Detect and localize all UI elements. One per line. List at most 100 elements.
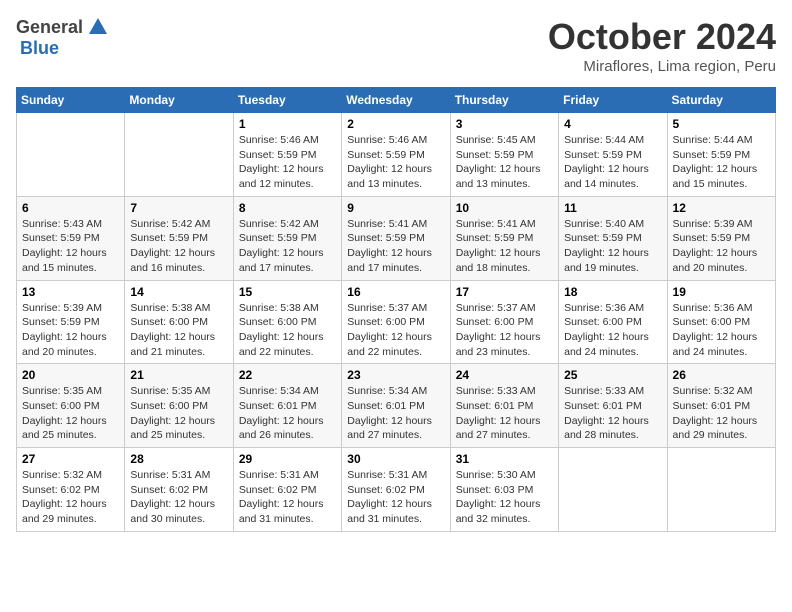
calendar-cell: 26 Sunrise: 5:32 AM Sunset: 6:01 PM Dayli… (667, 364, 775, 448)
calendar-cell: 21 Sunrise: 5:35 AM Sunset: 6:00 PM Dayli… (125, 364, 233, 448)
calendar-day-header: Thursday (450, 88, 558, 113)
day-number: 26 (673, 368, 770, 382)
calendar-table: SundayMondayTuesdayWednesdayThursdayFrid… (16, 87, 776, 532)
day-number: 30 (347, 452, 444, 466)
day-number: 8 (239, 201, 336, 215)
calendar-cell (125, 113, 233, 197)
calendar-cell: 29 Sunrise: 5:31 AM Sunset: 6:02 PM Dayli… (233, 448, 341, 532)
day-info: Sunrise: 5:35 AM Sunset: 6:00 PM Dayligh… (22, 384, 119, 443)
day-number: 4 (564, 117, 661, 131)
day-info: Sunrise: 5:36 AM Sunset: 6:00 PM Dayligh… (564, 301, 661, 360)
calendar-day-header: Wednesday (342, 88, 450, 113)
calendar-cell: 22Sunrise: 5:34 AM Sunset: 6:01 PM Dayli… (233, 364, 341, 448)
day-number: 12 (673, 201, 770, 215)
calendar-cell: 20Sunrise: 5:35 AM Sunset: 6:00 PM Dayli… (17, 364, 125, 448)
day-info: Sunrise: 5:33 AM Sunset: 6:01 PM Dayligh… (564, 384, 661, 443)
day-info: Sunrise: 5:37 AM Sunset: 6:00 PM Dayligh… (347, 301, 444, 360)
day-info: Sunrise: 5:33 AM Sunset: 6:01 PM Dayligh… (456, 384, 553, 443)
day-info: Sunrise: 5:43 AM Sunset: 5:59 PM Dayligh… (22, 217, 119, 276)
calendar-cell: 25 Sunrise: 5:33 AM Sunset: 6:01 PM Dayli… (559, 364, 667, 448)
day-info: Sunrise: 5:39 AM Sunset: 5:59 PM Dayligh… (22, 301, 119, 360)
calendar-cell: 15 Sunrise: 5:38 AM Sunset: 6:00 PM Dayli… (233, 280, 341, 364)
calendar-cell: 28 Sunrise: 5:31 AM Sunset: 6:02 PM Dayli… (125, 448, 233, 532)
day-info: Sunrise: 5:41 AM Sunset: 5:59 PM Dayligh… (456, 217, 553, 276)
header: General Blue October 2024 Miraflores, Li… (16, 16, 776, 75)
calendar-cell: 24Sunrise: 5:33 AM Sunset: 6:01 PM Dayli… (450, 364, 558, 448)
calendar-week-row: 6 Sunrise: 5:43 AM Sunset: 5:59 PM Daylig… (17, 196, 776, 280)
day-number: 28 (130, 452, 227, 466)
calendar-cell: 12 Sunrise: 5:39 AM Sunset: 5:59 PM Dayli… (667, 196, 775, 280)
calendar-cell: 30 Sunrise: 5:31 AM Sunset: 6:02 PM Dayli… (342, 448, 450, 532)
calendar-cell: 5Sunrise: 5:44 AM Sunset: 5:59 PM Daylig… (667, 113, 775, 197)
day-info: Sunrise: 5:30 AM Sunset: 6:03 PM Dayligh… (456, 468, 553, 527)
day-info: Sunrise: 5:46 AM Sunset: 5:59 PM Dayligh… (347, 133, 444, 192)
day-info: Sunrise: 5:37 AM Sunset: 6:00 PM Dayligh… (456, 301, 553, 360)
day-info: Sunrise: 5:36 AM Sunset: 6:00 PM Dayligh… (673, 301, 770, 360)
day-number: 27 (22, 452, 119, 466)
calendar-body: 1 Sunrise: 5:46 AM Sunset: 5:59 PM Daylig… (17, 113, 776, 532)
calendar-cell: 13 Sunrise: 5:39 AM Sunset: 5:59 PM Dayli… (17, 280, 125, 364)
day-info: Sunrise: 5:32 AM Sunset: 6:02 PM Dayligh… (22, 468, 119, 527)
day-number: 29 (239, 452, 336, 466)
calendar-week-row: 20Sunrise: 5:35 AM Sunset: 6:00 PM Dayli… (17, 364, 776, 448)
day-info: Sunrise: 5:44 AM Sunset: 5:59 PM Dayligh… (564, 133, 661, 192)
day-info: Sunrise: 5:44 AM Sunset: 5:59 PM Dayligh… (673, 133, 770, 192)
day-number: 21 (130, 368, 227, 382)
calendar-cell: 1 Sunrise: 5:46 AM Sunset: 5:59 PM Daylig… (233, 113, 341, 197)
calendar-day-header: Sunday (17, 88, 125, 113)
day-number: 17 (456, 285, 553, 299)
calendar-week-row: 27 Sunrise: 5:32 AM Sunset: 6:02 PM Dayli… (17, 448, 776, 532)
day-number: 14 (130, 285, 227, 299)
calendar-cell: 16Sunrise: 5:37 AM Sunset: 6:00 PM Dayli… (342, 280, 450, 364)
calendar-day-header: Tuesday (233, 88, 341, 113)
calendar-cell: 8Sunrise: 5:42 AM Sunset: 5:59 PM Daylig… (233, 196, 341, 280)
day-info: Sunrise: 5:34 AM Sunset: 6:01 PM Dayligh… (347, 384, 444, 443)
day-info: Sunrise: 5:38 AM Sunset: 6:00 PM Dayligh… (130, 301, 227, 360)
calendar-day-header: Friday (559, 88, 667, 113)
day-info: Sunrise: 5:38 AM Sunset: 6:00 PM Dayligh… (239, 301, 336, 360)
day-number: 6 (22, 201, 119, 215)
day-info: Sunrise: 5:46 AM Sunset: 5:59 PM Dayligh… (239, 133, 336, 192)
day-number: 19 (673, 285, 770, 299)
calendar-cell: 23 Sunrise: 5:34 AM Sunset: 6:01 PM Dayli… (342, 364, 450, 448)
logo-icon (87, 16, 109, 38)
day-number: 31 (456, 452, 553, 466)
day-info: Sunrise: 5:45 AM Sunset: 5:59 PM Dayligh… (456, 133, 553, 192)
title-area: October 2024 Miraflores, Lima region, Pe… (548, 16, 776, 75)
day-info: Sunrise: 5:40 AM Sunset: 5:59 PM Dayligh… (564, 217, 661, 276)
day-info: Sunrise: 5:32 AM Sunset: 6:01 PM Dayligh… (673, 384, 770, 443)
calendar-cell: 27 Sunrise: 5:32 AM Sunset: 6:02 PM Dayli… (17, 448, 125, 532)
calendar-cell: 4 Sunrise: 5:44 AM Sunset: 5:59 PM Daylig… (559, 113, 667, 197)
day-number: 2 (347, 117, 444, 131)
calendar-cell: 19 Sunrise: 5:36 AM Sunset: 6:00 PM Dayli… (667, 280, 775, 364)
calendar-cell: 31 Sunrise: 5:30 AM Sunset: 6:03 PM Dayli… (450, 448, 558, 532)
calendar-subtitle: Miraflores, Lima region, Peru (548, 58, 776, 75)
day-number: 7 (130, 201, 227, 215)
day-number: 11 (564, 201, 661, 215)
calendar-cell: 9Sunrise: 5:41 AM Sunset: 5:59 PM Daylig… (342, 196, 450, 280)
day-info: Sunrise: 5:31 AM Sunset: 6:02 PM Dayligh… (347, 468, 444, 527)
day-number: 10 (456, 201, 553, 215)
calendar-day-header: Saturday (667, 88, 775, 113)
day-number: 15 (239, 285, 336, 299)
day-info: Sunrise: 5:41 AM Sunset: 5:59 PM Dayligh… (347, 217, 444, 276)
day-info: Sunrise: 5:31 AM Sunset: 6:02 PM Dayligh… (130, 468, 227, 527)
day-info: Sunrise: 5:31 AM Sunset: 6:02 PM Dayligh… (239, 468, 336, 527)
calendar-cell: 11 Sunrise: 5:40 AM Sunset: 5:59 PM Dayli… (559, 196, 667, 280)
day-info: Sunrise: 5:39 AM Sunset: 5:59 PM Dayligh… (673, 217, 770, 276)
logo-general: General (16, 17, 83, 38)
day-info: Sunrise: 5:42 AM Sunset: 5:59 PM Dayligh… (130, 217, 227, 276)
day-info: Sunrise: 5:35 AM Sunset: 6:00 PM Dayligh… (130, 384, 227, 443)
day-number: 23 (347, 368, 444, 382)
calendar-title: October 2024 (548, 16, 776, 58)
calendar-cell: 2 Sunrise: 5:46 AM Sunset: 5:59 PM Daylig… (342, 113, 450, 197)
day-number: 1 (239, 117, 336, 131)
calendar-cell: 17 Sunrise: 5:37 AM Sunset: 6:00 PM Dayli… (450, 280, 558, 364)
calendar-day-header: Monday (125, 88, 233, 113)
calendar-cell (17, 113, 125, 197)
calendar-cell: 7 Sunrise: 5:42 AM Sunset: 5:59 PM Daylig… (125, 196, 233, 280)
calendar-header-row: SundayMondayTuesdayWednesdayThursdayFrid… (17, 88, 776, 113)
day-number: 25 (564, 368, 661, 382)
calendar-week-row: 1 Sunrise: 5:46 AM Sunset: 5:59 PM Daylig… (17, 113, 776, 197)
day-number: 13 (22, 285, 119, 299)
